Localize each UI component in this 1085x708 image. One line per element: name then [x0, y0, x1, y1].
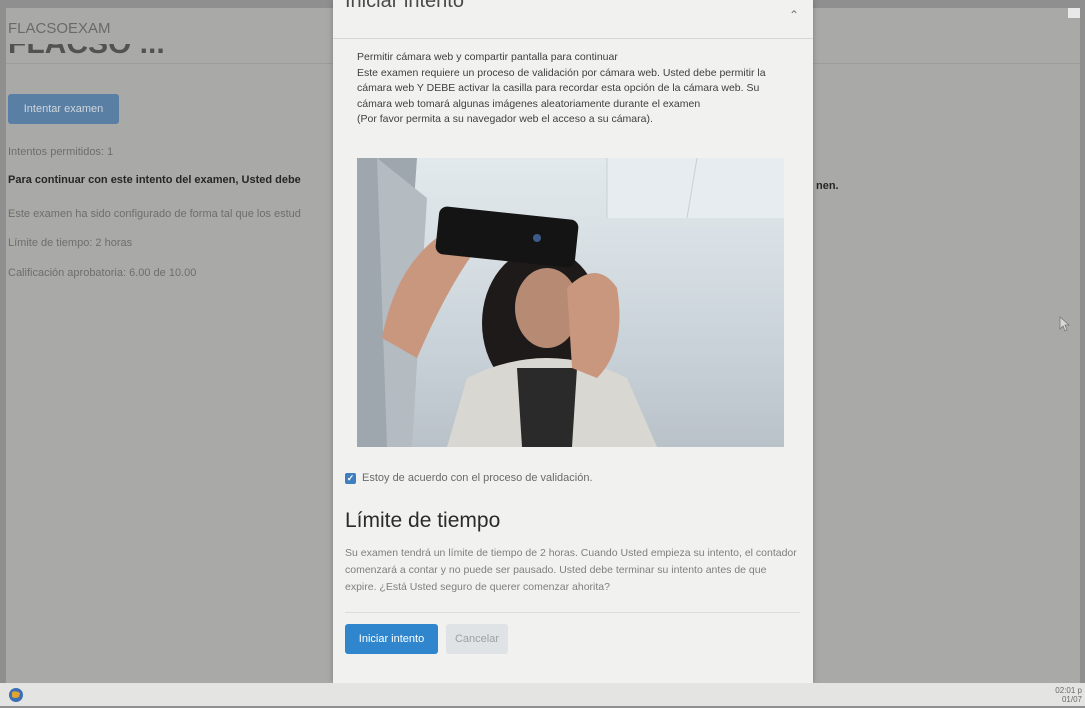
start-attempt-button[interactable]: Iniciar intento — [345, 624, 438, 654]
passing-grade-text: Calificación aprobatoria: 6.00 de 10.00 — [8, 267, 197, 279]
agree-row[interactable]: ✓ Estoy de acuerdo con el proceso de val… — [345, 472, 593, 484]
cancel-button[interactable]: Cancelar — [446, 624, 508, 654]
mouse-cursor-icon — [1059, 316, 1071, 337]
webcam-instructions: Permitir cámara web y compartir pantalla… — [357, 50, 797, 128]
site-brand[interactable]: FLACSOEXAM — [8, 20, 111, 37]
agree-checkbox[interactable]: ✓ — [345, 472, 356, 484]
clock-time: 02:01 p — [1055, 686, 1082, 695]
continue-notice: Para continuar con este intento del exam… — [8, 174, 301, 186]
time-limit-description: Su examen tendrá un límite de tiempo de … — [345, 547, 797, 593]
system-clock[interactable]: 02:01 p 01/07 — [1055, 686, 1082, 704]
window-edge — [1068, 8, 1080, 18]
continue-notice-end: nen. — [816, 180, 839, 192]
start-attempt-modal: Iniciar intento ⌃ Permitir cámara web y … — [333, 0, 813, 683]
modal-header: Iniciar intento ⌃ — [333, 0, 813, 39]
time-limit-title: Límite de tiempo — [345, 509, 501, 532]
webcam-preview-image — [357, 158, 784, 447]
time-limit-text: Límite de tiempo: 2 horas — [8, 237, 133, 249]
modal-title: Iniciar intento — [345, 0, 464, 12]
instruction-heading: Permitir cámara web y compartir pantalla… — [357, 51, 618, 63]
divider — [345, 612, 800, 613]
page-heading-partial: FLACSO ... — [8, 44, 198, 58]
taskbar: 02:01 p 01/07 — [0, 683, 1085, 706]
webcam-preview — [357, 158, 784, 447]
instruction-permission: (Por favor permita a su navegador web el… — [357, 113, 653, 125]
agree-label: Estoy de acuerdo con el proceso de valid… — [362, 472, 593, 484]
instruction-body: Este examen requiere un proceso de valid… — [357, 66, 766, 110]
configured-text: Este examen ha sido configurado de forma… — [8, 208, 301, 220]
start-menu-icon[interactable] — [8, 687, 24, 708]
clock-date: 01/07 — [1061, 695, 1082, 704]
chevron-up-icon[interactable]: ⌃ — [789, 8, 799, 22]
attempts-allowed-text: Intentos permitidos: 1 — [8, 146, 114, 158]
attempt-exam-button[interactable]: Intentar examen — [8, 94, 119, 124]
